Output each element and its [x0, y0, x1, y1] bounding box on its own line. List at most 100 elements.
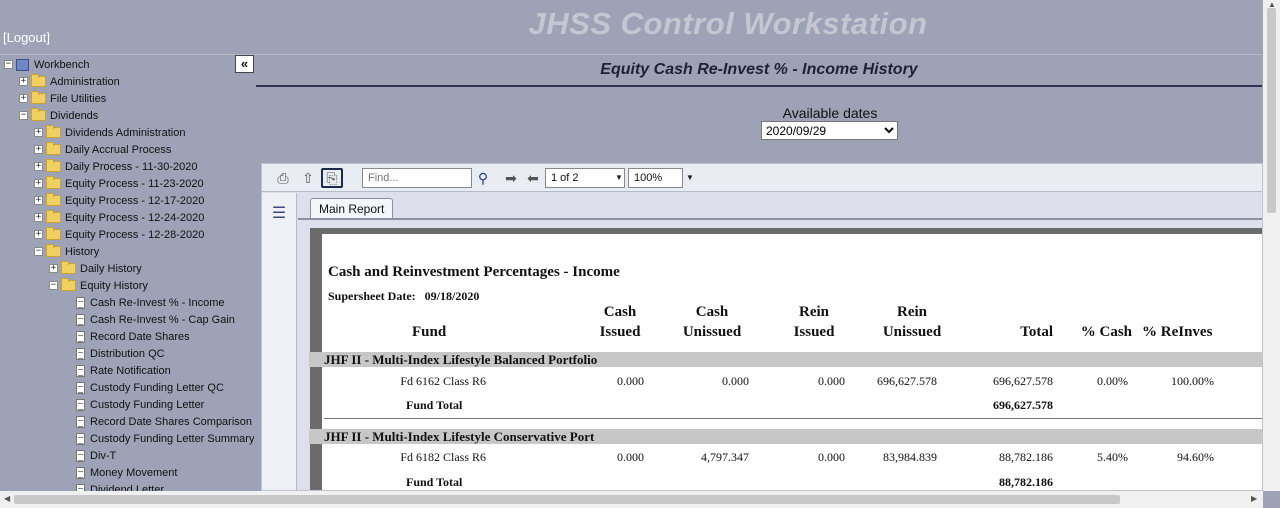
col-cash-issued-line1: Cash	[603, 304, 637, 320]
expand-icon[interactable]: +	[34, 230, 43, 239]
tree-item[interactable]: + Equity Process - 12-24-2020	[34, 209, 204, 226]
expand-icon[interactable]: +	[34, 128, 43, 137]
horizontal-scroll-thumb[interactable]	[14, 495, 1120, 504]
logout-link[interactable]: [Logout]	[3, 30, 50, 45]
tree-item[interactable]: Div-T	[76, 447, 116, 464]
expand-icon[interactable]: +	[34, 179, 43, 188]
tree-item[interactable]: Distribution QC	[76, 345, 165, 362]
collapse-icon[interactable]: −	[34, 247, 43, 256]
tree-item-label: Custody Funding Letter	[90, 398, 205, 411]
scroll-right-icon[interactable]: ▶	[1251, 494, 1257, 503]
collapse-icon[interactable]: −	[19, 111, 28, 120]
group-header: JHF II - Multi-Index Lifestyle Balanced …	[309, 352, 1262, 367]
tree-item[interactable]: + File Utilities	[19, 90, 106, 107]
tree-item-label: Cash Re-Invest % - Income	[90, 296, 225, 309]
tree-item[interactable]: Record Date Shares Comparison	[76, 413, 252, 430]
vertical-scrollbar[interactable]: ▲	[1263, 0, 1280, 491]
page-back-icon[interactable]: ⬅	[522, 168, 544, 188]
zoom-input[interactable]: 100%	[628, 168, 683, 188]
tree-item[interactable]: − Dividends	[19, 107, 98, 124]
page-indicator-input[interactable]: 1 of 2	[545, 168, 625, 188]
tree-item-label: Administration	[50, 75, 120, 88]
col-cash-unissued-line1: Cash	[695, 304, 729, 320]
binoculars-icon[interactable]: ⚲	[472, 168, 494, 188]
supersheet-label: Supersheet Date:	[328, 289, 416, 303]
rein-unissued-cell: 696,627.578	[877, 374, 937, 388]
expand-icon[interactable]: +	[19, 77, 28, 86]
tree-item[interactable]: − Equity History	[49, 277, 148, 294]
document-icon	[76, 330, 85, 343]
tree-item-label: Daily Process - 11-30-2020	[65, 160, 198, 173]
col-cash-unissued-line2: Unissued	[682, 324, 742, 340]
expand-icon[interactable]: +	[34, 162, 43, 171]
page-forward-icon[interactable]: ➡	[500, 168, 522, 188]
tree-item-label: Money Movement	[90, 466, 178, 479]
horizontal-scrollbar[interactable]: ◀ ▶	[0, 491, 1263, 508]
tree-item[interactable]: + Daily History	[49, 260, 142, 277]
tree-item[interactable]: − History	[34, 243, 99, 260]
tree-item-label: Cash Re-Invest % - Cap Gain	[90, 313, 235, 326]
tree-item-label: Equity Process - 11-23-2020	[65, 177, 204, 190]
tree-item[interactable]: Dividend Letter	[76, 481, 164, 491]
tree-item[interactable]: + Daily Process - 11-30-2020	[34, 158, 197, 175]
zoom-dropdown-icon[interactable]: ▼	[686, 168, 694, 188]
collapse-icon[interactable]: −	[49, 281, 58, 290]
upload-icon[interactable]: ⇧	[297, 168, 319, 188]
tree-item[interactable]: Custody Funding Letter Summary	[76, 430, 254, 447]
document-icon	[76, 381, 85, 394]
pct-cash-cell: 5.40%	[1097, 450, 1128, 464]
tree-item[interactable]: Rate Notification	[76, 362, 171, 379]
tree-item[interactable]: Record Date Shares	[76, 328, 190, 345]
print-icon[interactable]: ⎙	[272, 168, 294, 188]
group-name: JHF II - Multi-Index Lifestyle Balanced …	[324, 352, 598, 367]
report-heading: Cash and Reinvestment Percentages - Inco…	[328, 264, 620, 280]
expand-icon[interactable]: +	[19, 94, 28, 103]
tree-item[interactable]: Cash Re-Invest % - Income	[76, 294, 225, 311]
collapse-icon[interactable]: −	[4, 60, 13, 69]
fund-total-label: Fund Total	[406, 398, 463, 412]
report-page: Cash and Reinvestment Percentages - Inco…	[309, 234, 1262, 490]
tree-item-label: Workbench	[34, 58, 90, 71]
tree-item-label: Record Date Shares Comparison	[90, 415, 253, 428]
tree-item[interactable]: Custody Funding Letter QC	[76, 379, 224, 396]
export-icon[interactable]: ⎘	[321, 168, 343, 188]
folder-icon	[46, 244, 61, 257]
page-dropdown-icon[interactable]: ▼	[615, 168, 623, 188]
tree-item[interactable]: + Daily Accrual Process	[34, 141, 171, 158]
tree-item-label: Div-T	[90, 449, 117, 462]
tree-item[interactable]: Money Movement	[76, 464, 177, 481]
tree-item-label: Equity Process - 12-24-2020	[65, 211, 205, 224]
tab-main-report[interactable]: Main Report	[310, 198, 394, 219]
tree-item[interactable]: + Equity Process - 11-23-2020	[34, 175, 204, 192]
document-icon	[76, 398, 85, 411]
scroll-left-icon[interactable]: ◀	[4, 494, 10, 503]
document-icon	[76, 364, 85, 377]
page-title: Equity Cash Re-Invest % - Income History	[600, 61, 918, 78]
tree-item[interactable]: + Equity Process - 12-17-2020	[34, 192, 204, 209]
available-dates-select[interactable]: 2020/09/29	[761, 121, 898, 140]
tree-item[interactable]: Cash Re-Invest % - Cap Gain	[76, 311, 235, 328]
tree-item[interactable]: + Dividends Administration	[34, 124, 185, 141]
fund-total-value: 88,782.186	[999, 475, 1053, 489]
tree-item[interactable]: + Administration	[19, 73, 120, 90]
tree-item-label: Daily Accrual Process	[65, 143, 172, 156]
collapse-sidebar-button[interactable]: «	[235, 55, 254, 73]
expand-icon[interactable]: +	[34, 145, 43, 154]
available-dates-label: Available dates	[782, 105, 878, 121]
tree-item-label: Dividends	[50, 109, 99, 122]
group-tree-icon[interactable]: ☰	[269, 203, 289, 223]
tree-item-label: Daily History	[80, 262, 142, 275]
tree-item-label: File Utilities	[50, 92, 107, 105]
cash-issued-cell: 0.000	[617, 374, 644, 388]
tree-item[interactable]: + Equity Process - 12-28-2020	[34, 226, 204, 243]
expand-icon[interactable]: +	[34, 196, 43, 205]
expand-icon[interactable]: +	[34, 213, 43, 222]
expand-icon[interactable]: +	[49, 264, 58, 273]
find-input[interactable]	[362, 168, 472, 188]
document-icon	[76, 483, 85, 491]
document-icon	[76, 466, 85, 479]
tree-item[interactable]: − Workbench	[4, 56, 89, 73]
vertical-scroll-thumb[interactable]	[1267, 8, 1276, 213]
document-icon	[76, 415, 85, 428]
tree-item[interactable]: Custody Funding Letter	[76, 396, 204, 413]
